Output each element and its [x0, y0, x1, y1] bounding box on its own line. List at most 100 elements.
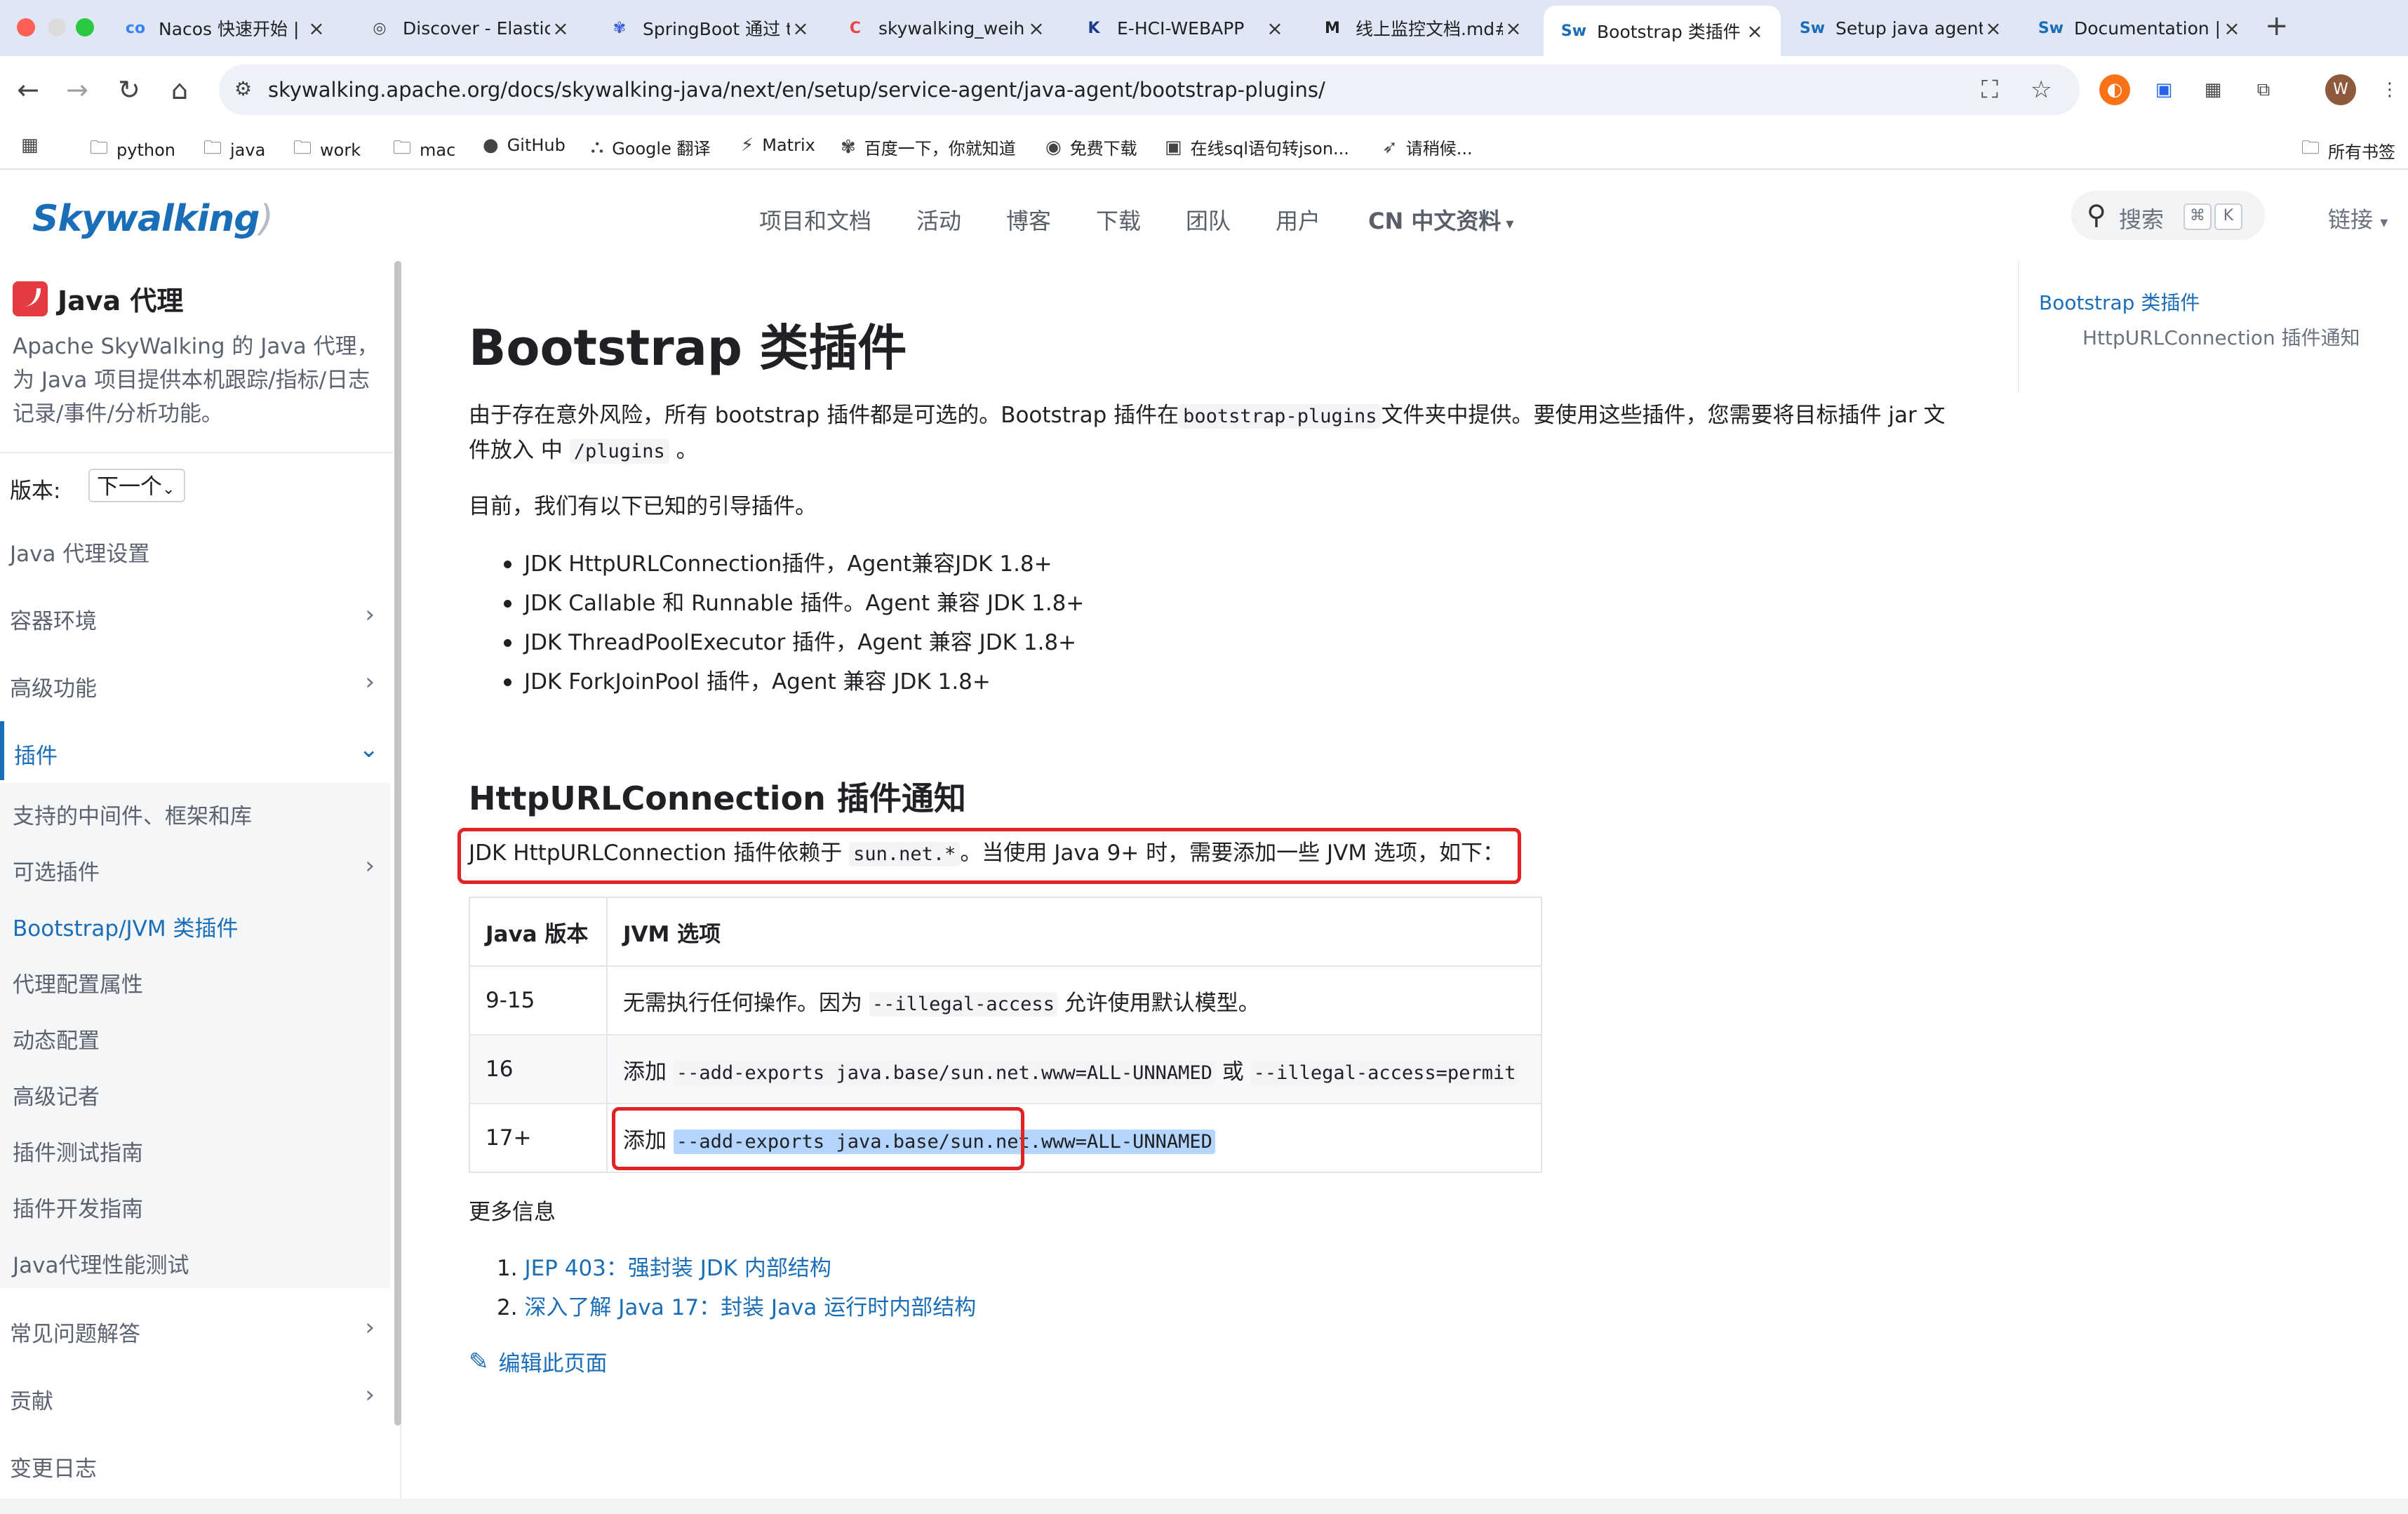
skywalking-logo[interactable]: Skywalking): [32, 198, 274, 240]
page-bottom-strip: [0, 1499, 2408, 1514]
sidebar-item[interactable]: 变更日志: [0, 1434, 390, 1493]
nav-item-label: 下载: [1096, 208, 1142, 234]
nav-item[interactable]: 用户: [1276, 203, 1320, 236]
nav-item[interactable]: CN 中文资料 ▾: [1368, 203, 1513, 236]
tab-title: E-HCI-WEBAPP: [1117, 18, 1245, 39]
browser-toolbar: ← → ↻ ⌂ ⚙ skywalking.apache.org/docs/sky…: [0, 56, 2408, 123]
baidu-icon: ✾: [613, 19, 627, 37]
sidebar-subitem-label: 动态配置: [13, 1029, 100, 1054]
sidebar-item[interactable]: 高级功能 ›: [0, 654, 390, 713]
all-bookmarks-button[interactable]: 🗀 所有书签: [2301, 135, 2395, 166]
sidebar-item[interactable]: 常见问题解答 ›: [0, 1299, 390, 1358]
sidebar-subitem[interactable]: 可选插件 ›: [0, 839, 390, 895]
close-icon[interactable]: ×: [790, 17, 811, 40]
sidebar-subitem[interactable]: 插件测试指南: [0, 1120, 390, 1176]
address-bar[interactable]: ⚙ skywalking.apache.org/docs/skywalking-…: [219, 65, 2080, 115]
extension-tag-icon[interactable]: ▣: [2148, 74, 2179, 105]
nav-item[interactable]: 项目和文档: [759, 203, 871, 236]
bookmark-item[interactable]: ✾ 百度一下，你就知道: [841, 135, 1016, 159]
close-icon[interactable]: ×: [1026, 17, 1047, 40]
bookmark-item[interactable]: ▣ 在线sql语句转json...: [1165, 135, 1349, 159]
forward-button[interactable]: →: [60, 73, 94, 107]
extension-orange-icon[interactable]: ◐: [2099, 74, 2130, 105]
browser-tab[interactable]: Sw Setup java agent ×: [1782, 6, 2019, 51]
search-box[interactable]: ⚲ 搜索 ⌘ K: [2071, 191, 2265, 240]
folder-icon: 🗀: [2301, 138, 2320, 159]
close-icon[interactable]: ×: [550, 17, 571, 40]
close-icon[interactable]: ×: [306, 17, 327, 40]
new-tab-button[interactable]: +: [2265, 10, 2289, 42]
list-item: JDK HttpURLConnection插件，Agent兼容JDK 1.8+: [504, 544, 1084, 584]
sidebar-scrollbar[interactable]: [394, 261, 401, 1426]
bookmark-item[interactable]: 🗀 java: [203, 135, 265, 166]
bookmark-item[interactable]: ⛬ Google 翻译: [591, 135, 710, 159]
more-menu-icon[interactable]: ⋮: [2374, 74, 2405, 105]
close-icon[interactable]: ×: [1503, 17, 1524, 40]
browser-tab[interactable]: Cskywalking_weihu ×: [825, 6, 1062, 51]
nav-item[interactable]: 下载: [1096, 203, 1141, 236]
intro-text-2: 文件夹中提供。要使用这些插件，您需要将目标插件 jar 文: [1381, 403, 1946, 428]
reload-button[interactable]: ↻: [112, 73, 146, 107]
browser-tab[interactable]: M 线上监控文档.md# ×: [1302, 6, 1539, 51]
bookmark-item[interactable]: ⚡ Matrix: [741, 135, 815, 156]
list-item: JDK Callable 和 Runnable 插件。Agent 兼容 JDK …: [504, 584, 1084, 623]
sidebar-title-text: Java 代理: [58, 286, 184, 316]
url-text[interactable]: skywalking.apache.org/docs/skywalking-ja…: [268, 78, 1325, 102]
version-select[interactable]: 下一个⌄: [88, 469, 185, 502]
logo-arc-icon: ): [259, 198, 274, 240]
sidebar-item[interactable]: 贡献 ›: [0, 1367, 390, 1426]
home-button[interactable]: ⌂: [163, 73, 196, 107]
nav-item[interactable]: 博客: [1006, 203, 1051, 236]
profile-avatar[interactable]: W: [2325, 74, 2356, 105]
close-icon[interactable]: ×: [1983, 17, 2004, 40]
apps-grid-icon[interactable]: ▦: [21, 135, 47, 156]
bookmark-item[interactable]: ◉ 免费下载: [1045, 135, 1137, 159]
sidebar-subitem[interactable]: 动态配置: [0, 1007, 390, 1064]
site-info-icon[interactable]: ⚙: [234, 77, 252, 100]
sidebar-subitem[interactable]: Bootstrap/JVM 类插件: [0, 895, 390, 951]
close-icon[interactable]: ×: [1744, 20, 1765, 43]
sidebar-subitem[interactable]: 高级记者: [0, 1064, 390, 1120]
sidebar-subitem[interactable]: 插件开发指南: [0, 1176, 390, 1232]
browser-tab[interactable]: co Nacos 快速开始 | N ×: [105, 6, 342, 51]
browser-tab[interactable]: K E-HCI-WEBAPP ×: [1064, 6, 1301, 51]
extension-qr-icon[interactable]: ▦: [2198, 74, 2228, 105]
sidebar-subitem[interactable]: 支持的中间件、框架和库: [0, 783, 390, 839]
window-minimize-button[interactable]: [48, 18, 66, 36]
reference-link-jep403[interactable]: JEP 403：强封装 JDK 内部结构: [524, 1256, 831, 1281]
translate-icon[interactable]: ⛶: [1981, 76, 1998, 104]
toc-item-bootstrap[interactable]: Bootstrap 类插件: [2039, 288, 2200, 316]
bookmark-item[interactable]: ● GitHub: [483, 135, 566, 156]
links-menu[interactable]: 链接 ▾: [2328, 202, 2388, 234]
browser-tab[interactable]: ◎ Discover - Elastic ×: [349, 6, 587, 51]
nav-item[interactable]: 活动: [916, 203, 961, 236]
sidebar-item[interactable]: Java 代理设置: [0, 519, 390, 578]
close-icon[interactable]: ×: [2221, 17, 2242, 40]
toc-item-httpurlconnection[interactable]: HttpURLConnection 插件通知: [2082, 323, 2360, 351]
browser-tab[interactable]: ✾ SpringBoot 通过 t ×: [589, 6, 827, 51]
folder-icon: 🗀: [293, 138, 312, 159]
sidebar-subitem[interactable]: 代理配置属性: [0, 951, 390, 1007]
bookmark-item[interactable]: 🗀 python: [90, 135, 175, 166]
bookmark-item[interactable]: ➶ 请稍候...: [1382, 135, 1473, 159]
sidebar-subitem[interactable]: Java代理性能测试: [0, 1232, 390, 1288]
extensions-puzzle-icon[interactable]: ⧉: [2248, 74, 2279, 105]
bookmark-label: 请稍候...: [1405, 139, 1473, 159]
sidebar-item[interactable]: 容器环境 ›: [0, 587, 390, 645]
cell-text: 添加: [623, 1059, 667, 1085]
window-zoom-button[interactable]: [76, 18, 94, 36]
browser-tab[interactable]: Sw Bootstrap 类插件 ×: [1544, 6, 1781, 56]
bookmark-label: 在线sql语句转json...: [1190, 139, 1349, 159]
window-close-button[interactable]: [17, 18, 35, 36]
nav-item[interactable]: 团队: [1186, 203, 1231, 236]
bookmark-star-icon[interactable]: ☆: [2031, 76, 2052, 104]
edit-page-link[interactable]: ✎ 编辑此页面: [469, 1346, 608, 1377]
plugins-list: JDK HttpURLConnection插件，Agent兼容JDK 1.8+ J…: [504, 544, 1084, 702]
bookmark-item[interactable]: 🗀 mac: [393, 135, 455, 166]
sidebar-item[interactable]: 插件 ⌄: [0, 721, 394, 780]
reference-link-java17[interactable]: 深入了解 Java 17：封装 Java 运行时内部结构: [524, 1295, 976, 1320]
back-button[interactable]: ←: [11, 73, 45, 107]
close-icon[interactable]: ×: [1264, 17, 1285, 40]
browser-tab[interactable]: Sw Documentation | A×: [2021, 6, 2258, 51]
bookmark-item[interactable]: 🗀 work: [293, 135, 361, 166]
